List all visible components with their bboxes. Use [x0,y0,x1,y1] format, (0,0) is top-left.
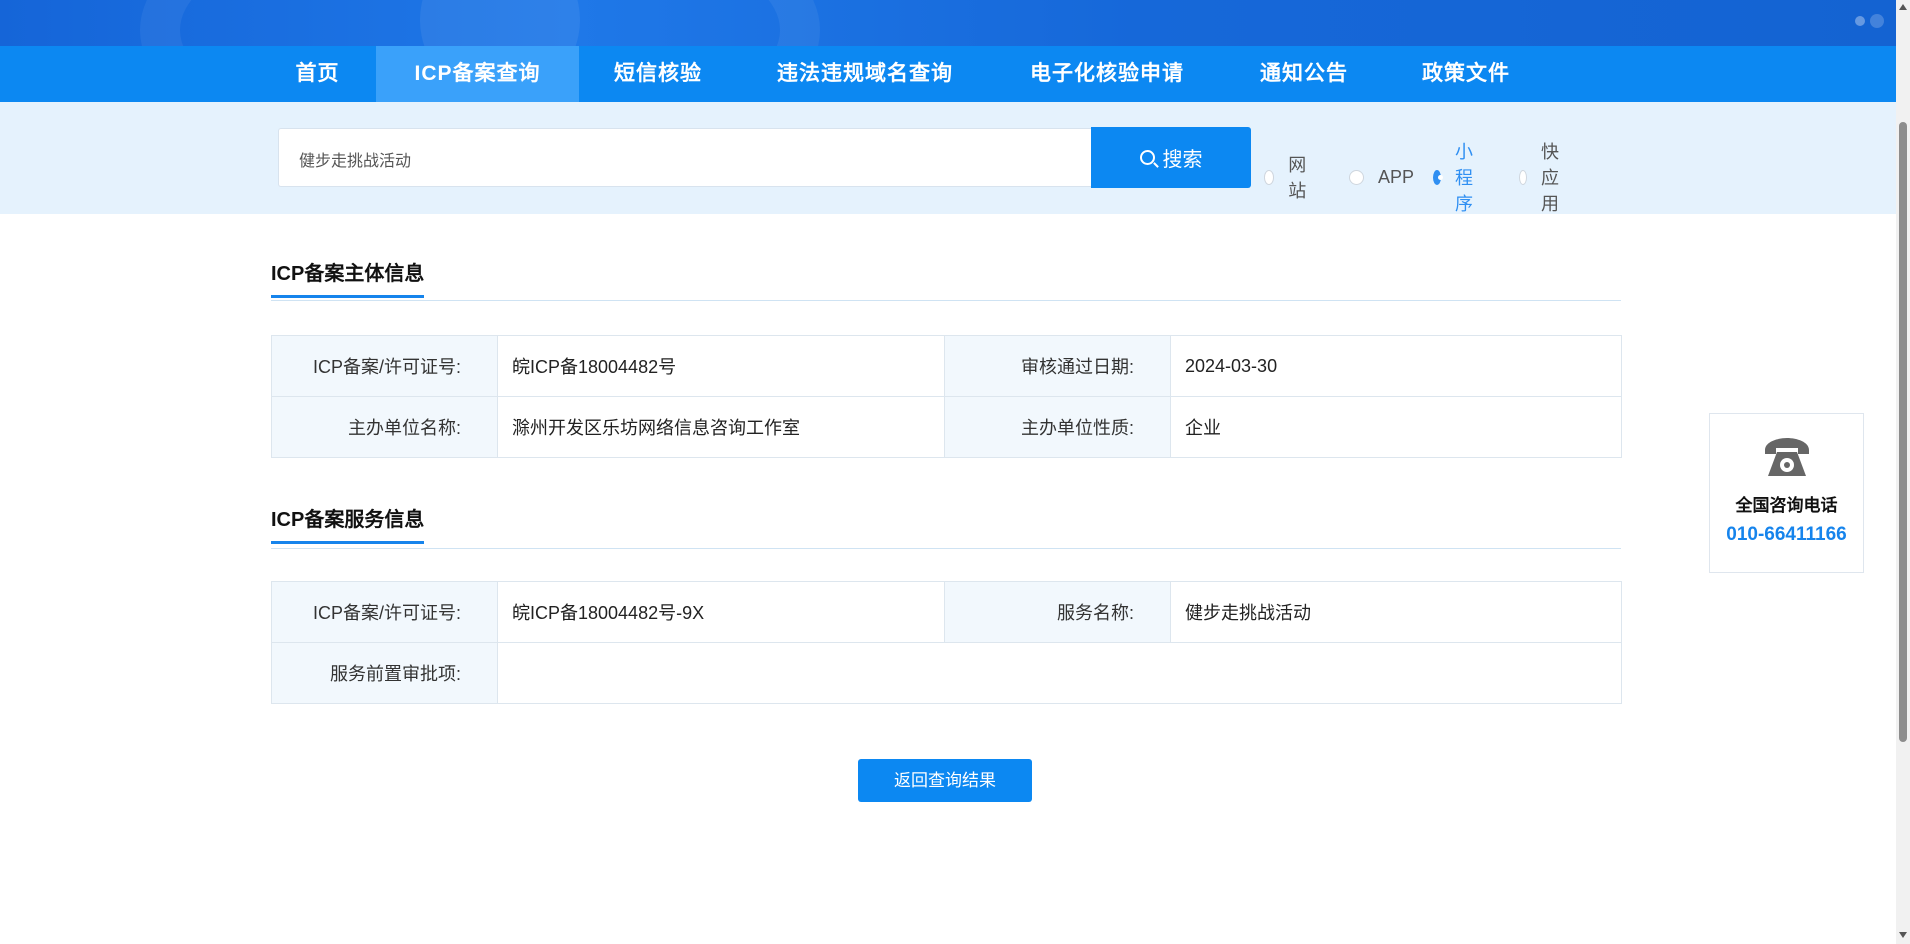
pre-approval-label: 服务前置审批项: [271,642,498,704]
nav-item-icp-query[interactable]: ICP备案查询 [376,46,579,102]
search-input[interactable] [297,129,1081,188]
consult-title: 全国咨询电话 [1735,496,1838,515]
approval-date-label: 审核通过日期: [944,335,1171,397]
service-license-label: ICP备案/许可证号: [271,581,498,643]
organizer-type-value: 企业 [1170,396,1622,458]
section-divider [271,548,1621,549]
phone-icon [1762,436,1812,485]
radio-circle [1349,169,1364,185]
table-row: 服务前置审批项: [271,642,1622,704]
radio-circle [1264,169,1275,185]
service-section-title: ICP备案服务信息 [271,503,425,544]
approval-date-value: 2024-03-30 [1170,335,1622,397]
back-to-results-button[interactable]: 返回查询结果 [858,759,1032,802]
nav-item-illegal-domain[interactable]: 违法违规域名查询 [756,46,974,102]
entity-info-table: ICP备案/许可证号: 皖ICP备18004482号 审核通过日期: 2024-… [271,335,1622,458]
banner-dot [1870,14,1884,28]
service-license-value: 皖ICP备18004482号-9X [497,581,945,643]
radio-quick-app[interactable]: 快应用 [1519,142,1566,214]
radio-label: 网站 [1288,155,1307,201]
nav-item-notices[interactable]: 通知公告 [1247,46,1361,102]
scroll-up-arrow-icon[interactable] [1899,4,1907,10]
table-row: 主办单位名称: 滁州开发区乐坊网络信息咨询工作室 主办单位性质: 企业 [271,396,1622,458]
banner-decoration [420,0,580,46]
service-info-table: ICP备案/许可证号: 皖ICP备18004482号-9X 服务名称: 健步走挑… [271,581,1622,704]
page-scrollbar[interactable] [1896,0,1910,944]
entity-section-title: ICP备案主体信息 [271,257,425,298]
search-button[interactable]: 搜索 [1091,127,1251,188]
radio-website[interactable]: 网站 [1264,155,1311,201]
nav-item-policies[interactable]: 政策文件 [1408,46,1524,102]
license-label: ICP备案/许可证号: [271,335,498,397]
table-row: ICP备案/许可证号: 皖ICP备18004482号-9X 服务名称: 健步走挑… [271,581,1622,643]
service-name-label: 服务名称: [944,581,1171,643]
consult-widget[interactable]: 全国咨询电话 010-66411166 [1709,413,1864,573]
main-nav: 首页 ICP备案查询 短信核验 违法违规域名查询 电子化核验申请 通知公告 政策… [0,46,1896,102]
nav-item-e-verify-apply[interactable]: 电子化核验申请 [1016,46,1198,102]
radio-circle [1433,169,1444,185]
pre-approval-value [497,642,1622,704]
table-row: ICP备案/许可证号: 皖ICP备18004482号 审核通过日期: 2024-… [271,335,1622,397]
scroll-down-arrow-icon[interactable] [1899,932,1907,938]
nav-item-home[interactable]: 首页 [270,46,365,102]
scrollbar-thumb[interactable] [1899,122,1907,742]
radio-mini-program[interactable]: 小程序 [1433,142,1480,214]
service-name-value: 健步走挑战活动 [1170,581,1622,643]
search-box [278,128,1092,188]
organizer-name-value: 滁州开发区乐坊网络信息咨询工作室 [497,396,945,458]
consult-phone-number: 010-66411166 [1726,524,1847,545]
radio-label: 快应用 [1541,142,1560,214]
banner-dot [1855,16,1865,26]
search-icon [1139,150,1155,165]
organizer-type-label: 主办单位性质: [944,396,1171,458]
nav-item-sms-verify[interactable]: 短信核验 [590,46,726,102]
section-divider [271,300,1621,301]
radio-app[interactable]: APP [1349,164,1414,190]
organizer-name-label: 主办单位名称: [271,396,498,458]
radio-circle [1519,169,1528,185]
search-button-label: 搜索 [1162,149,1203,171]
license-value: 皖ICP备18004482号 [497,335,945,397]
radio-label: 小程序 [1455,142,1474,214]
radio-label: APP [1378,166,1415,187]
top-banner [0,0,1896,46]
